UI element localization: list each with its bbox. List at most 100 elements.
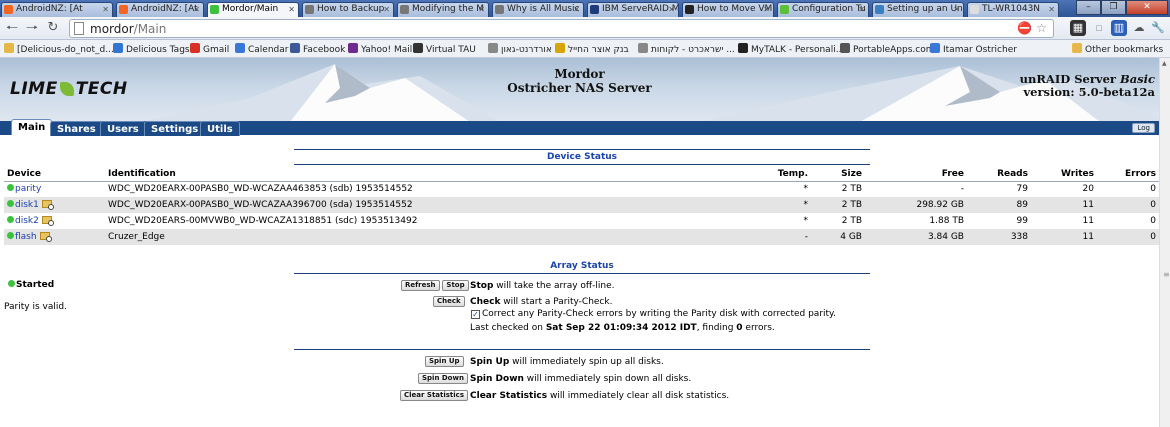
bookmark-item[interactable]: Virtual TAU	[413, 43, 476, 56]
tab-users[interactable]: Users	[100, 121, 146, 136]
close-tab-icon[interactable]: ✕	[858, 3, 865, 16]
bookmark-label: Virtual TAU	[426, 45, 476, 55]
bookmark-item[interactable]: [Delicious-do_not_d...	[4, 43, 114, 56]
signal-icon[interactable]: ▫	[1091, 20, 1107, 36]
bookmark-label: Gmail	[203, 45, 230, 55]
page-scrollbar[interactable]: ▲ ≡	[1159, 58, 1170, 427]
bookmark-item[interactable]: Itamar Ostricher	[930, 43, 1017, 56]
browser-tab[interactable]: AndroidNZ: [At ✕	[1, 2, 113, 17]
star-icon[interactable]: ☆	[1036, 21, 1047, 36]
device-link[interactable]: disk2	[15, 216, 39, 226]
tab-main[interactable]: Main	[11, 119, 53, 135]
browser-tab[interactable]: TL-WR1043N ✕	[967, 2, 1059, 17]
browser-tab[interactable]: Mordor/Main ✕	[207, 2, 299, 18]
cell-errors: 0	[1150, 184, 1156, 195]
device-link[interactable]: flash	[15, 232, 37, 242]
other-bookmarks[interactable]: Other bookmarks	[1072, 43, 1163, 56]
bookmark-item[interactable]: PortableApps.com	[840, 43, 934, 56]
cell-free: 3.84 GB	[865, 229, 967, 245]
divider	[294, 273, 870, 274]
browser-tab[interactable]: How to Backup ✕	[302, 2, 394, 17]
bookmark-item[interactable]: Delicious Tags	[113, 43, 190, 56]
extension-icon[interactable]: ▦	[1070, 20, 1086, 36]
tab-favicon-icon	[685, 5, 694, 14]
window-controls: – ❐ ✕	[1076, 0, 1168, 15]
browser-tab[interactable]: Why is All Music ✕	[492, 2, 584, 17]
close-tab-icon[interactable]: ✕	[1048, 3, 1055, 16]
bookmark-label: ישראכרט - לקוחות ...	[651, 45, 735, 55]
tab-favicon-icon	[119, 5, 128, 14]
cell-reads: 89	[967, 197, 1031, 213]
browser-tab[interactable]: AndroidNZ: [At ✕	[116, 2, 204, 17]
check-button[interactable]: Check	[433, 296, 465, 307]
browser-tab[interactable]: How to Move VM ✕	[682, 2, 774, 17]
forward-icon[interactable]: 🠒	[24, 20, 40, 36]
close-tab-icon[interactable]: ✕	[383, 3, 390, 16]
correct-errors-option: ✓ Correct any Parity-Check errors by writ…	[471, 308, 836, 320]
close-tab-icon[interactable]: ✕	[668, 3, 675, 16]
bookmark-item[interactable]: Yahoo! Mail	[348, 43, 412, 56]
log-button[interactable]: Log	[1132, 123, 1155, 133]
back-icon[interactable]: 🠐	[4, 20, 20, 36]
tab-settings[interactable]: Settings	[144, 121, 206, 136]
table-row: disk2 WDC_WD20EARS-00MVWB0_WD-WCAZA131885…	[4, 213, 1159, 229]
array-status-title: Array Status	[550, 261, 614, 271]
wrench-icon[interactable]: 🔧	[1150, 20, 1166, 36]
column-header: Size	[811, 168, 865, 182]
device-table: Device Identification Temp. Size Free Re…	[4, 168, 1159, 245]
close-tab-icon[interactable]: ✕	[573, 3, 580, 16]
close-tab-icon[interactable]: ✕	[953, 3, 960, 16]
cloud-icon[interactable]: ☁	[1131, 20, 1147, 36]
bookmark-favicon-icon	[235, 43, 245, 53]
browser-tab[interactable]: Configuration Tu ✕	[777, 2, 869, 17]
clear-statistics-button[interactable]: Clear Statistics	[400, 390, 468, 401]
column-header: Writes	[1031, 168, 1097, 182]
device-cell: disk1	[4, 197, 105, 213]
minimize-button[interactable]: –	[1076, 0, 1101, 15]
cell-reads: 99	[1016, 216, 1028, 226]
main-nav: Main Shares Users Settings Utils Log	[0, 119, 1159, 136]
tab-favicon-icon	[875, 5, 884, 14]
bookmark-item[interactable]: בנק אוצר החייל	[555, 43, 629, 56]
tab-label: Mordor/Main	[222, 4, 279, 14]
bookmark-item[interactable]: אורדרנט-גאון	[488, 43, 552, 56]
browser-tab[interactable]: Modifying the M ✕	[397, 2, 489, 17]
browser-tab[interactable]: Setting up an Un ✕	[872, 2, 964, 17]
spin-down-button[interactable]: Spin Down	[418, 373, 468, 384]
maximize-button[interactable]: ❐	[1101, 0, 1126, 15]
device-link[interactable]: parity	[15, 184, 41, 194]
reload-icon[interactable]: ↻	[45, 20, 61, 36]
scroll-up-icon[interactable]: ▲	[1162, 60, 1167, 67]
cell-errors: 0	[1097, 197, 1159, 213]
bookmark-label: Itamar Ostricher	[943, 45, 1017, 55]
spin-up-button[interactable]: Spin Up	[425, 356, 464, 367]
bookmark-item[interactable]: Calendar	[235, 43, 288, 56]
extension-badge-icon[interactable]: ▥	[1111, 20, 1127, 36]
bookmark-favicon-icon	[738, 43, 748, 53]
browse-folder-icon[interactable]	[41, 200, 54, 210]
bookmark-item[interactable]: Facebook	[290, 43, 345, 56]
correct-errors-checkbox[interactable]: ✓	[471, 310, 480, 319]
browse-folder-icon[interactable]	[41, 216, 54, 226]
close-tab-icon[interactable]: ✕	[193, 3, 200, 16]
status-dot-icon	[7, 216, 14, 223]
blocked-popup-icon[interactable]: ⛔	[1017, 21, 1032, 36]
tab-shares[interactable]: Shares	[50, 121, 103, 136]
bookmark-item[interactable]: Gmail	[190, 43, 229, 56]
bookmark-item[interactable]: ישראכרט - לקוחות ...	[638, 43, 735, 56]
refresh-button[interactable]: Refresh	[401, 280, 440, 291]
close-tab-icon[interactable]: ✕	[478, 3, 485, 16]
tab-utils[interactable]: Utils	[200, 121, 240, 136]
close-tab-icon[interactable]: ✕	[763, 3, 770, 16]
browser-tab[interactable]: IBM ServeRAID M ✕	[587, 2, 679, 17]
bookmark-item[interactable]: MyTALK - Personali...	[738, 43, 844, 56]
close-tab-icon[interactable]: ✕	[102, 3, 109, 16]
bookmark-favicon-icon	[840, 43, 850, 53]
bookmark-favicon-icon	[4, 43, 14, 53]
close-window-button[interactable]: ✕	[1126, 0, 1168, 15]
device-link[interactable]: disk1	[15, 200, 39, 210]
browse-folder-icon[interactable]	[39, 232, 52, 242]
address-bar[interactable]: mordor/Main ⛔ ☆	[69, 19, 1054, 38]
stop-button[interactable]: Stop	[442, 280, 469, 291]
close-tab-icon[interactable]: ✕	[288, 3, 295, 16]
